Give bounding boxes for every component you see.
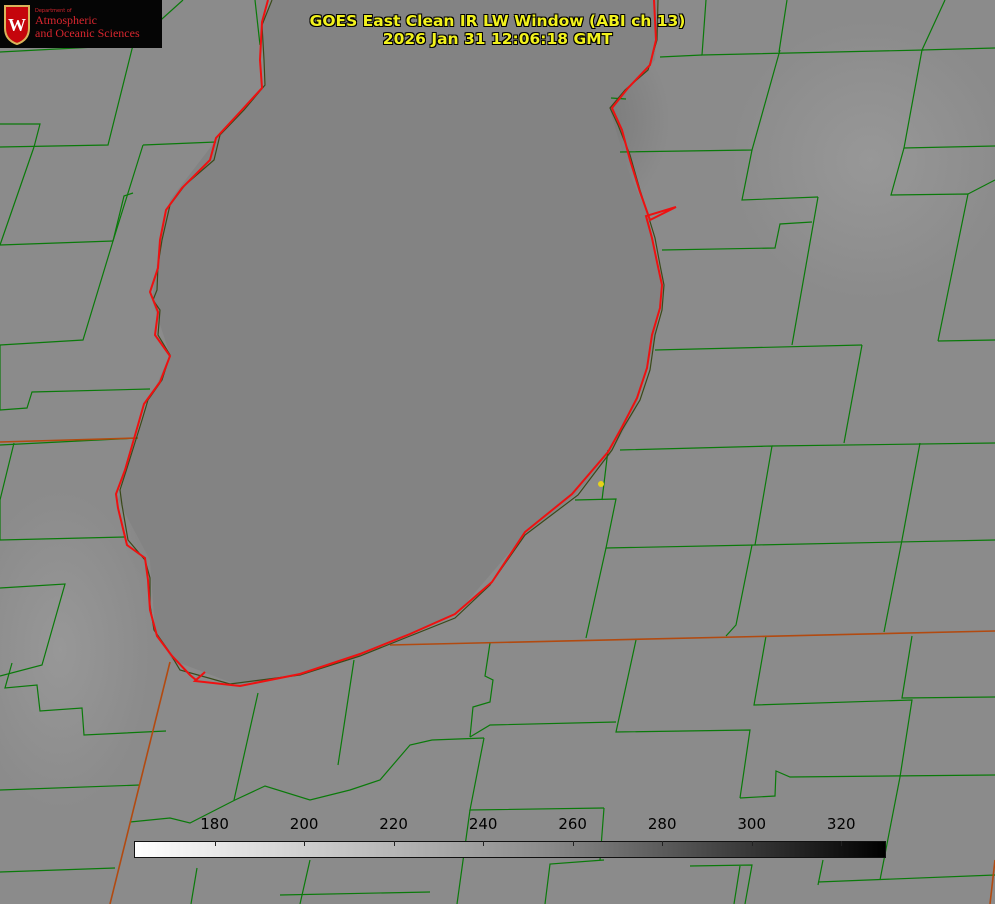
title-timestamp: 2026 Jan 31 12:06:18 GMT xyxy=(382,30,613,48)
colorbar-tick-label: 180 xyxy=(200,815,229,833)
colorbar-tick xyxy=(572,841,574,846)
title-product: GOES East Clean IR LW Window (ABI ch 13) xyxy=(309,12,686,30)
logo-line2: and Oceanic Sciences xyxy=(35,25,140,40)
colorbar-tick-label: 300 xyxy=(737,815,767,833)
uw-aos-logo: W Department of Atmospheric and Oceanic … xyxy=(0,0,162,48)
colorbar-tick xyxy=(841,841,843,846)
colorbar-tick xyxy=(662,841,664,846)
colorbar-tick xyxy=(393,841,395,846)
colorbar-tick xyxy=(214,841,216,846)
image-title: GOES East Clean IR LW Window (ABI ch 13)… xyxy=(300,12,695,48)
colorbar-tick-label: 220 xyxy=(379,815,408,833)
station-marker xyxy=(598,481,604,487)
colorbar-tick-label: 240 xyxy=(468,815,498,833)
colorbar-tick xyxy=(483,841,485,846)
logo-line1: Atmospheric xyxy=(35,13,97,28)
colorbar xyxy=(134,841,886,858)
colorbar-tick xyxy=(304,841,306,846)
colorbar-tick-label: 260 xyxy=(558,815,587,833)
colorbar-tick-label: 320 xyxy=(826,815,856,833)
crest-icon: W xyxy=(4,5,30,46)
logo-text: Department of Atmospheric and Oceanic Sc… xyxy=(35,8,140,40)
crest-letter: W xyxy=(8,15,26,35)
colorbar-tick-label: 200 xyxy=(289,815,319,833)
colorbar-tick-label: 280 xyxy=(647,815,677,833)
satellite-map xyxy=(0,0,995,904)
colorbar-tick xyxy=(751,841,753,846)
map-stage: W Department of Atmospheric and Oceanic … xyxy=(0,0,995,904)
